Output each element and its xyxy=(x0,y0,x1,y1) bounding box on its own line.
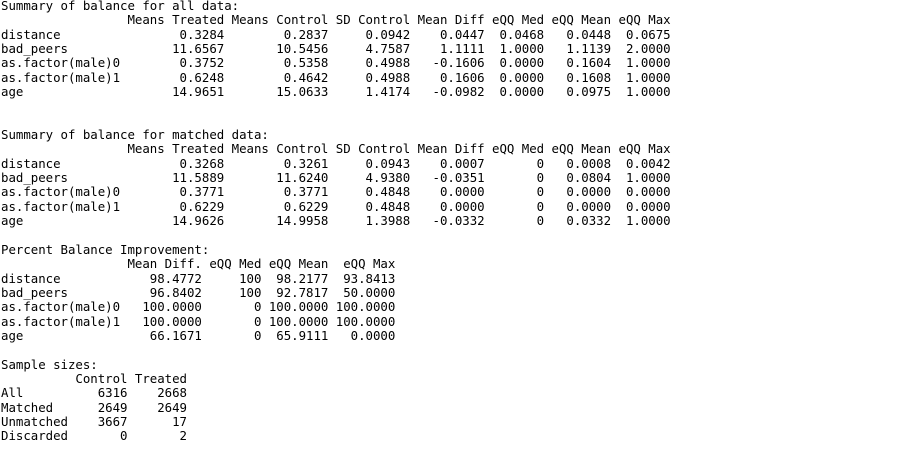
sample-sizes-row-discarded: Discarded 0 2 xyxy=(1,428,187,444)
balance-improvement-header-row: Mean Diff. eQQ Med eQQ Mean eQQ Max xyxy=(1,256,396,272)
sample-sizes-title: Sample sizes: xyxy=(1,356,98,372)
summary-all-row-male0: as.factor(male)0 0.3752 0.5358 0.4988 -0… xyxy=(1,55,671,71)
blank-line xyxy=(0,343,922,357)
sample-sizes-row-unmatched: Unmatched 3667 17 xyxy=(1,413,187,429)
summary-matched-row-male1: as.factor(male)1 0.6229 0.6229 0.4848 0.… xyxy=(1,198,671,214)
summary-all-row-distance: distance 0.3284 0.2837 0.0942 0.0447 0.0… xyxy=(1,26,671,42)
balance-improvement-row-distance: distance 98.4772 100 98.2177 93.8413 xyxy=(1,270,396,286)
summary-matched-title: Summary of balance for matched data: xyxy=(1,127,269,143)
sample-sizes-row-matched: Matched 2649 2649 xyxy=(1,399,187,415)
summary-all-header-row: Means Treated Means Control SD Control M… xyxy=(1,12,671,28)
balance-improvement-row-male1: as.factor(male)1 100.0000 0 100.0000 100… xyxy=(1,313,396,329)
blank-line xyxy=(0,99,922,113)
summary-all-row-bad-peers: bad_peers 11.6567 10.5456 4.7587 1.1111 … xyxy=(1,41,671,57)
summary-all-title: Summary of balance for all data: xyxy=(1,0,240,13)
r-console-output: Summary of balance for all data: Means T… xyxy=(0,0,922,475)
summary-matched-row-distance: distance 0.3268 0.3261 0.0943 0.0007 0 0… xyxy=(1,155,671,171)
summary-all-row-age: age 14.9651 15.0633 1.4174 -0.0982 0.000… xyxy=(1,84,671,100)
summary-matched-header-row: Means Treated Means Control SD Control M… xyxy=(1,141,671,157)
blank-line xyxy=(0,114,922,128)
balance-improvement-row-male0: as.factor(male)0 100.0000 0 100.0000 100… xyxy=(1,299,396,315)
summary-all-row-male1: as.factor(male)1 0.6248 0.4642 0.4988 0.… xyxy=(1,69,671,85)
balance-improvement-title: Percent Balance Improvement: xyxy=(1,241,210,257)
summary-matched-row-age: age 14.9626 14.9958 1.3988 -0.0332 0 0.0… xyxy=(1,213,671,229)
sample-sizes-row-all: All 6316 2668 xyxy=(1,385,187,401)
sample-sizes-header-row: Control Treated xyxy=(1,370,187,386)
summary-matched-row-male0: as.factor(male)0 0.3771 0.3771 0.4848 0.… xyxy=(1,184,671,200)
balance-improvement-row-bad-peers: bad_peers 96.8402 100 92.7817 50.0000 xyxy=(1,284,396,300)
balance-improvement-row-age: age 66.1671 0 65.9111 0.0000 xyxy=(1,327,396,343)
blank-line xyxy=(0,229,922,243)
summary-matched-row-bad-peers: bad_peers 11.5889 11.6240 4.9380 -0.0351… xyxy=(1,170,671,186)
